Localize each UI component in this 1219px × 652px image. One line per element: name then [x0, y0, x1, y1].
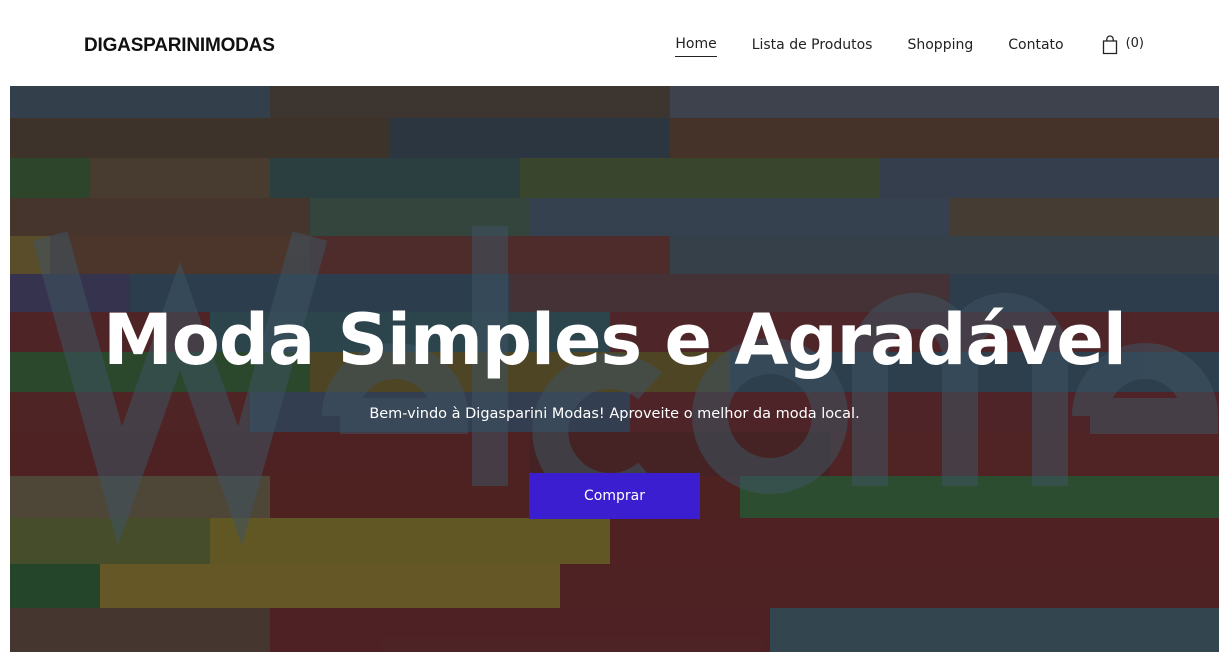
cart-count: (0): [1125, 35, 1144, 51]
main-nav: Home Lista de Produtos Shopping Contato …: [640, 33, 1144, 57]
hero-subtitle: Bem-vindo à Digasparini Modas! Aproveite…: [369, 406, 860, 422]
nav-contact-link[interactable]: Contato: [1008, 33, 1063, 57]
hero-title: Moda Simples e Agradável: [103, 299, 1127, 381]
nav-shopping-link[interactable]: Shopping: [907, 33, 973, 57]
hero-banner: Moda Simples e Agradável Bem-vindo à Dig…: [10, 86, 1219, 652]
shopping-bag-icon: [1102, 35, 1118, 55]
brand-logo[interactable]: DIGASPARINIMODAS: [84, 35, 275, 57]
shop-now-button[interactable]: Comprar: [529, 473, 700, 519]
top-navbar: DIGASPARINIMODAS Home Lista de Produtos …: [0, 0, 1219, 86]
nav-products-link[interactable]: Lista de Produtos: [752, 33, 873, 57]
nav-home-link[interactable]: Home: [675, 34, 717, 57]
cart-button[interactable]: (0): [1102, 35, 1144, 55]
